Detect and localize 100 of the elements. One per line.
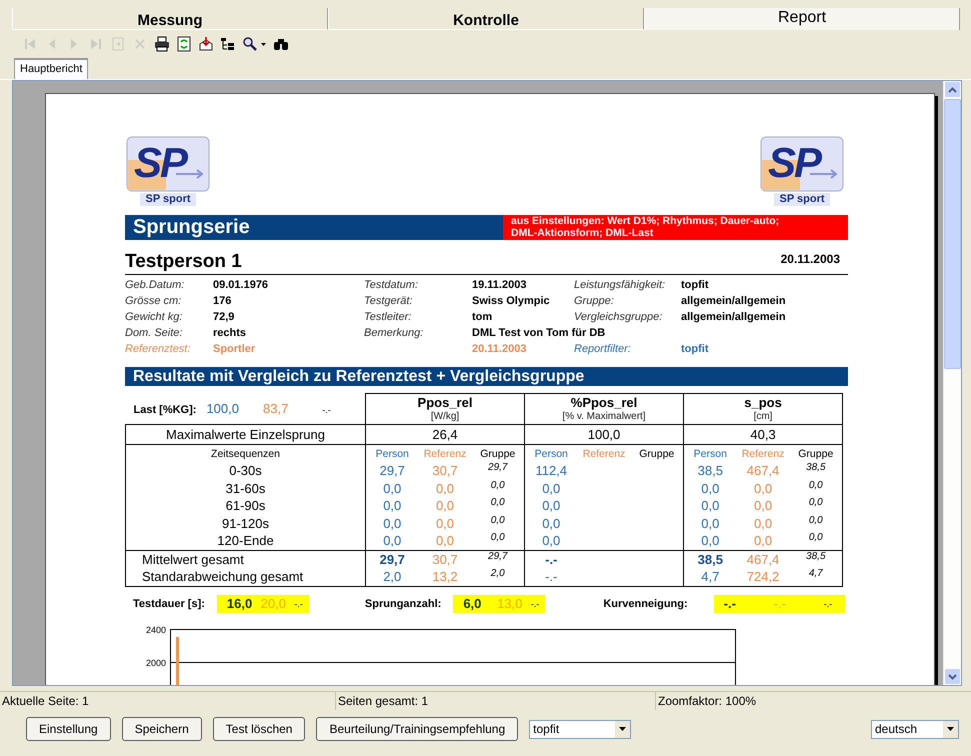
table-cell: 30,7: [432, 463, 458, 478]
load-group: -.-: [322, 405, 331, 416]
export-icon[interactable]: [198, 36, 214, 52]
scroll-thumb[interactable]: [944, 99, 961, 369]
row-label: 61-90s: [226, 498, 266, 514]
info-label: Vergleichsgruppe:: [574, 311, 662, 323]
load-reference: 83,7: [263, 401, 288, 416]
info-value: 72,9: [213, 311, 234, 323]
table-cell: 0,0: [754, 498, 772, 514]
tree-icon[interactable]: [220, 36, 236, 52]
info-value: rechts: [213, 327, 246, 339]
table-cell: 29,7: [488, 462, 508, 473]
section-title: Resultate mit Vergleich zu Referenztest + Vergleichsgruppe: [125, 367, 848, 386]
axis-tick-label: 2000: [146, 658, 166, 668]
table-cell: 0,0: [808, 532, 823, 543]
binoculars-icon[interactable]: [273, 36, 289, 52]
table-cell: 0,0: [490, 514, 505, 526]
table-cell: -.-: [545, 552, 558, 567]
total-person: 6,0: [463, 596, 482, 611]
info-label: Dom. Seite:: [125, 327, 182, 339]
total-reference: 13,0: [497, 596, 524, 611]
refresh-icon[interactable]: [176, 36, 192, 52]
action-button[interactable]: Test löschen: [212, 717, 306, 741]
table-cell: 30,7: [432, 552, 458, 567]
scroll-down-button[interactable]: [944, 668, 961, 685]
info-value: allgemein/allgemein: [681, 311, 786, 323]
column-header: Referenz: [742, 448, 784, 460]
table-cell: 0,0: [490, 532, 505, 543]
info-label: Geb.Datum:: [125, 279, 184, 291]
total-group: -.-: [530, 598, 540, 608]
max-value: 26,4: [432, 427, 458, 442]
table-cell: 29,7: [380, 552, 405, 567]
table-cell: 29,7: [488, 550, 508, 562]
table-cell: 0,0: [436, 480, 454, 496]
status-text: Aktuelle Seite: 1: [0, 692, 336, 710]
printer-icon[interactable]: [154, 36, 170, 52]
table-cell: 0,0: [490, 497, 505, 508]
row-label: 0-30s: [229, 463, 262, 478]
table-cell: 0,0: [542, 533, 560, 548]
info-label: Testleiter:: [364, 311, 412, 323]
table-cell: 0,0: [383, 516, 402, 531]
chevron-down-icon: [948, 674, 957, 680]
metric-unit: [W/kg]: [430, 410, 460, 423]
table-cell: 38,5: [806, 550, 826, 562]
table-cell: 38,5: [806, 462, 826, 473]
row-label: 91-120s: [222, 516, 269, 531]
status-text: Seiten gesamt: 1: [336, 692, 656, 710]
table-cell: 2,0: [383, 569, 402, 584]
status-text: Zoomfaktor: 100%: [657, 693, 758, 710]
action-button[interactable]: Speichern: [122, 717, 202, 741]
total-label: Testdauer [s]:: [133, 598, 205, 610]
tab[interactable]: Kontrolle: [328, 8, 644, 30]
column-header: Person: [534, 448, 568, 460]
total-label: Kurvenneigung:: [603, 598, 688, 610]
info-value: tom: [472, 311, 492, 323]
info-value: DML Test von Tom für DB: [472, 327, 606, 339]
info-value: 09.01.1976: [213, 279, 268, 291]
column-header: Gruppe: [480, 448, 516, 460]
table-cell: 0,0: [701, 533, 720, 548]
table-cell: 29,7: [380, 463, 405, 478]
table-cell: 0,0: [436, 498, 454, 514]
tab[interactable]: Messung: [12, 8, 328, 30]
search-icon[interactable]: [242, 36, 258, 52]
filter-dropdown[interactable]: topfit: [529, 720, 632, 738]
table-cell: 0,0: [701, 516, 720, 531]
table-cell: 0,0: [436, 516, 454, 531]
column-header: Referenz: [582, 448, 626, 460]
total-label: Sprunganzahl:: [364, 598, 442, 610]
info-value: 20.11.2003: [472, 343, 526, 355]
scroll-up-button[interactable]: [944, 81, 961, 98]
row-label: Maximalwerte Einzelsprung: [166, 427, 325, 442]
column-header: Person: [376, 448, 409, 460]
report-date: 20.11.2003: [780, 252, 841, 266]
language-dropdown[interactable]: deutsch: [871, 720, 959, 738]
load-label: Last [%KG]:: [134, 404, 196, 416]
table-cell: 0,0: [808, 480, 823, 490]
info-value: allgemein/allgemein: [681, 295, 786, 307]
info-label: Referenztest:: [125, 343, 190, 355]
axis-tick-label: 2400: [146, 624, 166, 634]
row-label: Standarabweichung gesamt: [142, 569, 304, 584]
table-cell: 0,0: [754, 516, 772, 531]
caret-icon: [947, 727, 954, 731]
action-button[interactable]: Beurteilung/Trainingsempfehlung: [316, 717, 518, 741]
subreport-tab[interactable]: Hauptbericht: [14, 58, 88, 79]
row-label: Mittelwert gesamt: [142, 552, 244, 567]
action-button[interactable]: Einstellung: [26, 717, 111, 741]
vertical-scrollbar[interactable]: [943, 81, 961, 685]
table-cell: 0,0: [808, 497, 823, 508]
table-cell: 0,0: [542, 498, 560, 514]
total-group: -.-: [824, 598, 832, 608]
table-cell: 724,2: [746, 569, 780, 584]
info-label: Reportfilter:: [574, 343, 631, 355]
table-cell: 38,5: [698, 463, 723, 478]
table-cell: 38,5: [698, 552, 723, 567]
info-label: Leistungsfähigkeit:: [574, 279, 666, 291]
table-cell: 0,0: [701, 498, 720, 514]
table-cell: 4,7: [808, 568, 823, 579]
table-cell: 0,0: [754, 533, 772, 548]
tab[interactable]: Report: [644, 8, 960, 30]
table-cell: 0,0: [542, 516, 560, 531]
